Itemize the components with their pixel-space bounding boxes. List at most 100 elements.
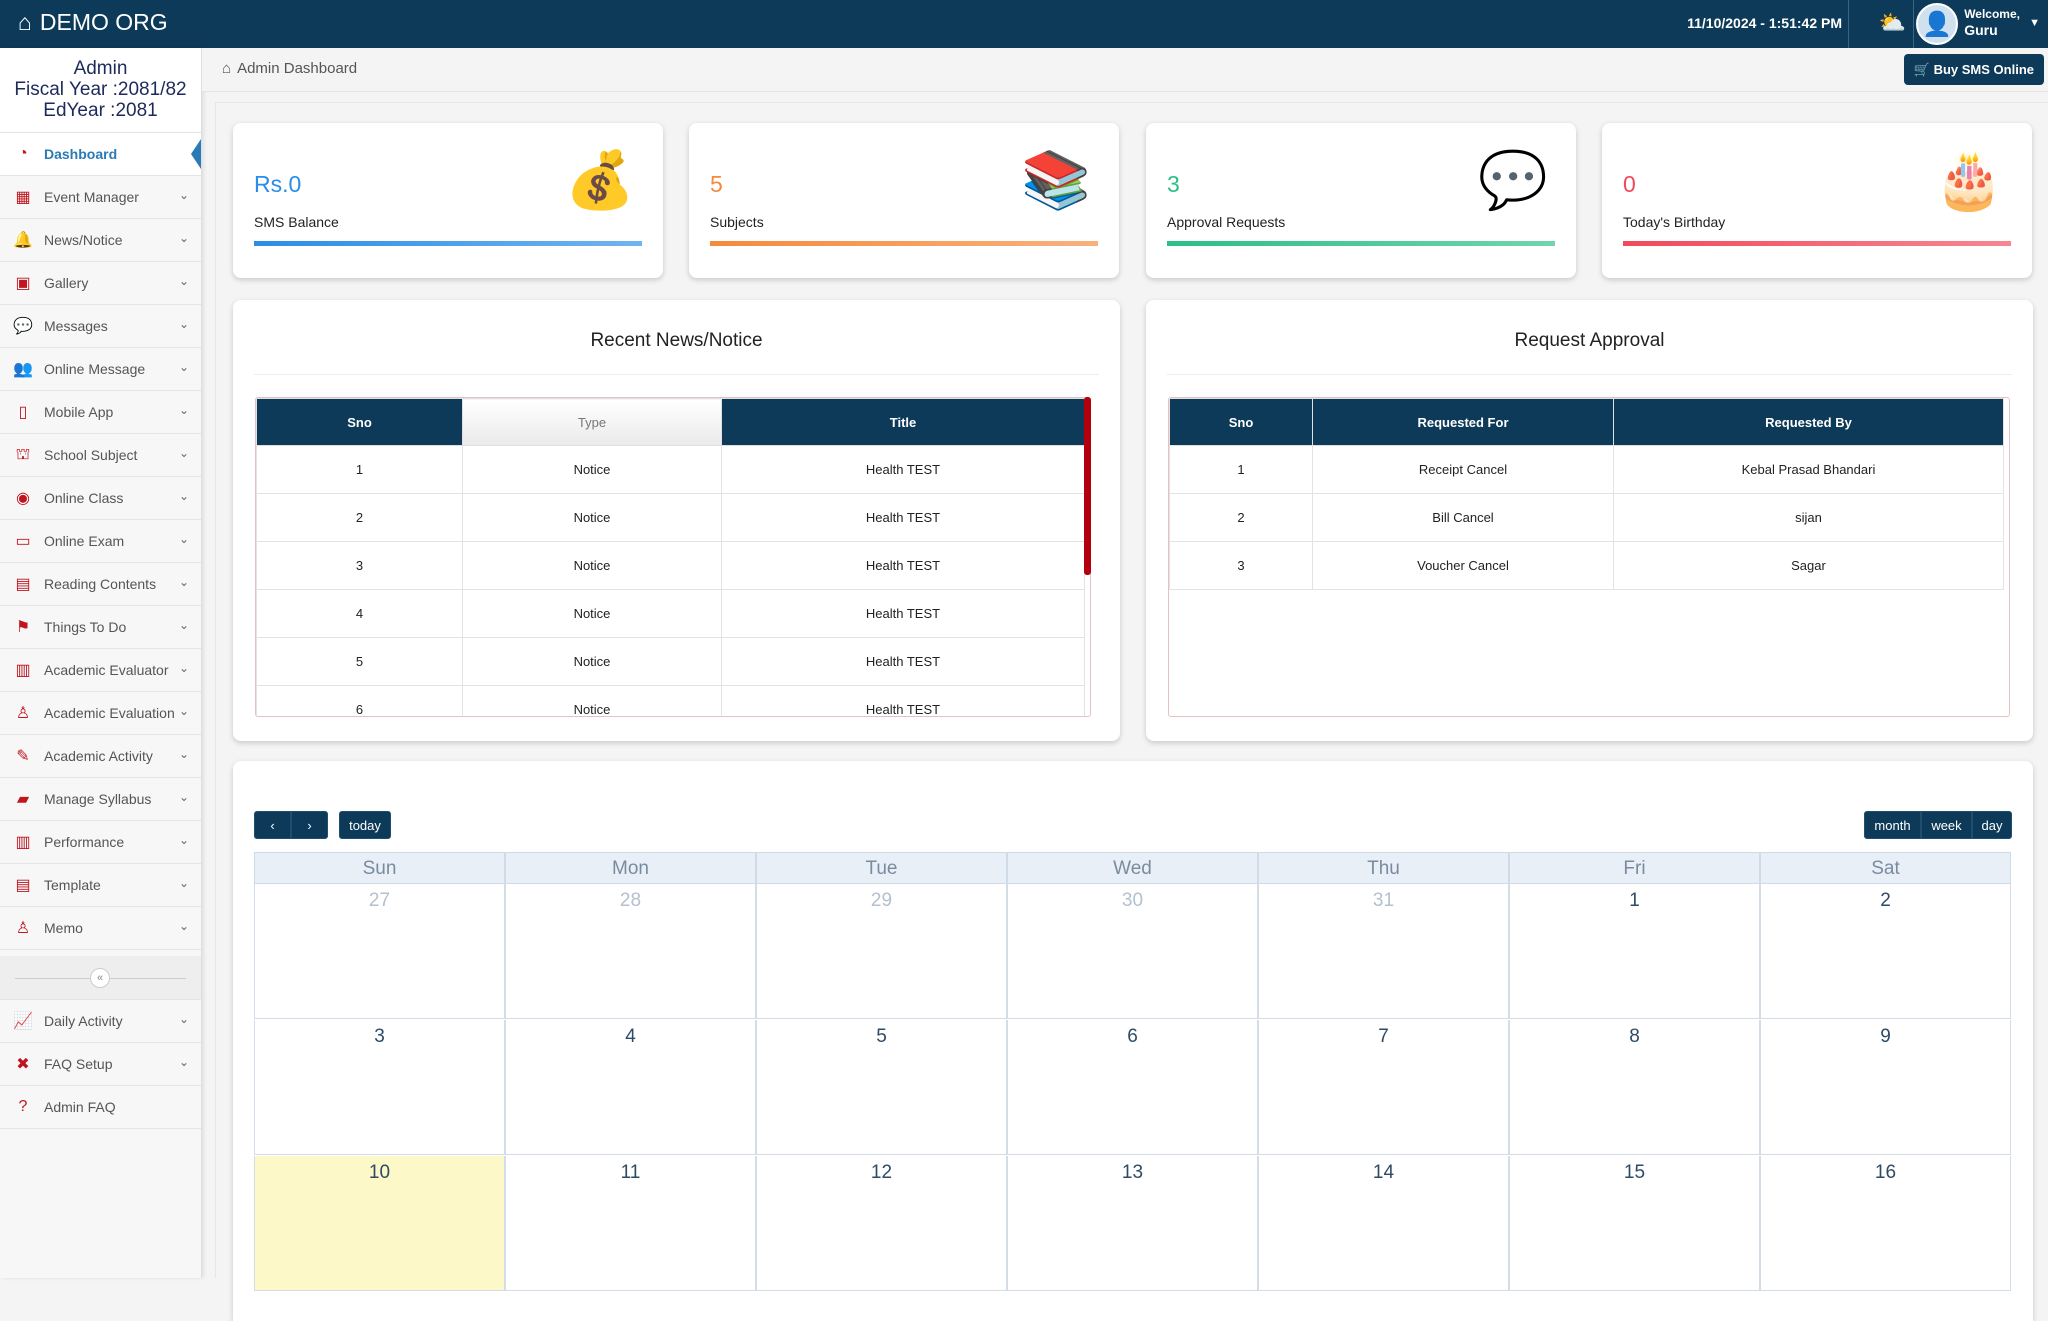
chevron-down-icon: ⌄ [178, 489, 189, 503]
news-table-wrap: Sno Type Title 1 Notice Health TEST 2 Notice Hea… [255, 397, 1091, 717]
table-row[interactable]: 2 Bill Cancel sijan [1169, 493, 2004, 542]
sidebar-item-reading-contents[interactable]: ▤ Reading Contents ⌄ [0, 563, 201, 606]
sidebar-item-template[interactable]: ▤ Template ⌄ [0, 864, 201, 907]
table-row[interactable]: 1 Receipt Cancel Kebal Prasad Bhandari [1169, 445, 2004, 494]
calendar-day[interactable]: 1 [1509, 884, 1760, 1019]
flag-icon: ⚑ [15, 619, 31, 636]
calendar-day[interactable]: 10 [254, 1156, 505, 1291]
next-button[interactable]: › [291, 811, 328, 839]
calendar-day[interactable]: 9 [1760, 1020, 2011, 1155]
brand-name: DEMO ORG [39, 9, 168, 35]
calendar-day[interactable]: 7 [1258, 1020, 1509, 1155]
sidebar-item-admin-faq[interactable]: ? Admin FAQ [0, 1086, 201, 1129]
calendar-day[interactable]: 13 [1007, 1156, 1258, 1291]
column-header-sno[interactable]: Sno [256, 398, 463, 446]
calendar-day[interactable]: 27 [254, 884, 505, 1019]
column-header-requested-for[interactable]: Requested For [1312, 398, 1614, 446]
sidebar-item-academic-evaluator[interactable]: ▥ Academic Evaluator ⌄ [0, 649, 201, 692]
calendar-day[interactable]: 14 [1258, 1156, 1509, 1291]
sidebar-item-academic-evaluation[interactable]: ♙ Academic Evaluation ⌄ [0, 692, 201, 735]
table-cell: 4 [256, 589, 463, 638]
table-row[interactable]: 6 Notice Health TEST [256, 685, 1085, 716]
sidebar-item-event-manager[interactable]: ▦ Event Manager ⌄ [0, 176, 201, 219]
column-header-requested-by[interactable]: Requested By [1613, 398, 2004, 446]
calendar-day[interactable]: 29 [756, 884, 1007, 1019]
weather-icon[interactable]: ⛅ [1879, 10, 1906, 36]
calendar-day[interactable]: 12 [756, 1156, 1007, 1291]
users-icon: 👥 [13, 361, 33, 378]
chevron-down-icon: ⌄ [178, 876, 189, 890]
sidebar-item-label: Academic Evaluator [44, 662, 169, 678]
sidebar-item-memo[interactable]: ♙ Memo ⌄ [0, 907, 201, 950]
avatar[interactable]: 👤 [1916, 3, 1958, 45]
sidebar-item-news-notice[interactable]: 🔔 News/Notice ⌄ [0, 219, 201, 262]
scrollbar[interactable] [1084, 397, 1091, 575]
table-row[interactable]: 1 Notice Health TEST [256, 445, 1085, 494]
calendar-day[interactable]: 11 [505, 1156, 756, 1291]
breadcrumb: ⌂ Admin Dashboard 🛒 Buy SMS Online [202, 48, 2048, 92]
sidebar-item-online-exam[interactable]: ▭ Online Exam ⌄ [0, 520, 201, 563]
calendar-day[interactable]: 16 [1760, 1156, 2011, 1291]
sidebar-item-manage-syllabus[interactable]: ▰ Manage Syllabus ⌄ [0, 778, 201, 821]
column-header-title[interactable]: Title [721, 398, 1085, 446]
day-view-button[interactable]: day [1972, 811, 2012, 839]
user-menu[interactable]: Welcome, Guru [1964, 6, 2020, 38]
table-cell: Notice [462, 685, 722, 716]
collapse-icon[interactable]: « [90, 968, 110, 988]
sidebar-item-mobile-app[interactable]: ▯ Mobile App ⌄ [0, 391, 201, 434]
calendar-day[interactable]: 31 [1258, 884, 1509, 1019]
dashboard-icon: ◔ [18, 145, 28, 162]
recent-news-panel: Recent News/Notice Sno Type Title 1 Notice He… [233, 300, 1120, 741]
stat-value: 0 [1623, 171, 1636, 197]
table-cell: 3 [256, 541, 463, 590]
table-row[interactable]: 2 Notice Health TEST [256, 493, 1085, 542]
stat-label: Today's Birthday [1623, 214, 1726, 230]
sidebar-item-messages[interactable]: 💬 Messages ⌄ [0, 305, 201, 348]
calendar-day[interactable]: 4 [505, 1020, 756, 1155]
calendar-week: 27 28 29 30 31 1 2 [254, 884, 2011, 1019]
template-icon: ▤ [15, 877, 31, 894]
calendar-day[interactable]: 2 [1760, 884, 2011, 1019]
sidebar-item-daily-activity[interactable]: 📈 Daily Activity ⌄ [0, 1000, 201, 1043]
sidebar-item-gallery[interactable]: ▣ Gallery ⌄ [0, 262, 201, 305]
prev-button[interactable]: ‹ [254, 811, 291, 839]
calendar-day[interactable]: 5 [756, 1020, 1007, 1155]
sidebar-item-school-subject[interactable]: ⛫ School Subject ⌄ [0, 434, 201, 477]
calendar-day[interactable]: 6 [1007, 1020, 1258, 1155]
buy-sms-button[interactable]: 🛒 Buy SMS Online [1903, 54, 2044, 85]
calendar-day[interactable]: 30 [1007, 884, 1258, 1019]
stat-card-sms-balance[interactable]: Rs.0 SMS Balance 💰 [233, 123, 663, 278]
week-view-button[interactable]: week [1921, 811, 1972, 839]
calendar-panel: ‹ › today month week day Sun Mon Tue Wed Thu… [233, 761, 2033, 1321]
sidebar-item-performance[interactable]: ▥ Performance ⌄ [0, 821, 201, 864]
stat-card-today-s-birthday[interactable]: 0 Today's Birthday 🎂 [1602, 123, 2032, 278]
stat-bar [254, 241, 642, 246]
calendar-day[interactable]: 3 [254, 1020, 505, 1155]
subject-icon: ⛫ [15, 446, 31, 463]
brand[interactable]: ⌂ DEMO ORG [18, 9, 168, 36]
table-row[interactable]: 3 Voucher Cancel Sagar [1169, 541, 2004, 590]
table-row[interactable]: 4 Notice Health TEST [256, 589, 1085, 638]
stat-card-approval-requests[interactable]: 3 Approval Requests 💬 [1146, 123, 1576, 278]
column-header-type[interactable]: Type [462, 398, 722, 446]
calendar-day[interactable]: 15 [1509, 1156, 1760, 1291]
sidebar-item-online-class[interactable]: ◉ Online Class ⌄ [0, 477, 201, 520]
table-cell: sijan [1613, 493, 2004, 542]
today-button[interactable]: today [339, 811, 391, 839]
month-view-button[interactable]: month [1864, 811, 1921, 839]
calendar-day[interactable]: 8 [1509, 1020, 1760, 1155]
sidebar-item-faq-setup[interactable]: ✖ FAQ Setup ⌄ [0, 1043, 201, 1086]
calendar-day[interactable]: 28 [505, 884, 756, 1019]
caret-down-icon[interactable]: ▼ [2029, 17, 2040, 29]
home-icon: ⌂ [18, 9, 32, 35]
table-row[interactable]: 5 Notice Health TEST [256, 637, 1085, 686]
sidebar-item-things-to-do[interactable]: ⚑ Things To Do ⌄ [0, 606, 201, 649]
sidebar-item-dashboard[interactable]: ◔ Dashboard [0, 133, 201, 176]
table-row[interactable]: 3 Notice Health TEST [256, 541, 1085, 590]
stat-card-subjects[interactable]: 5 Subjects 📚 [689, 123, 1119, 278]
column-header-sno[interactable]: Sno [1169, 398, 1313, 446]
chevron-down-icon: ⌄ [178, 618, 189, 632]
sidebar-item-academic-activity[interactable]: ✎ Academic Activity ⌄ [0, 735, 201, 778]
sidebar-item-online-message[interactable]: 👥 Online Message ⌄ [0, 348, 201, 391]
bell-icon: 🔔 [13, 232, 33, 249]
